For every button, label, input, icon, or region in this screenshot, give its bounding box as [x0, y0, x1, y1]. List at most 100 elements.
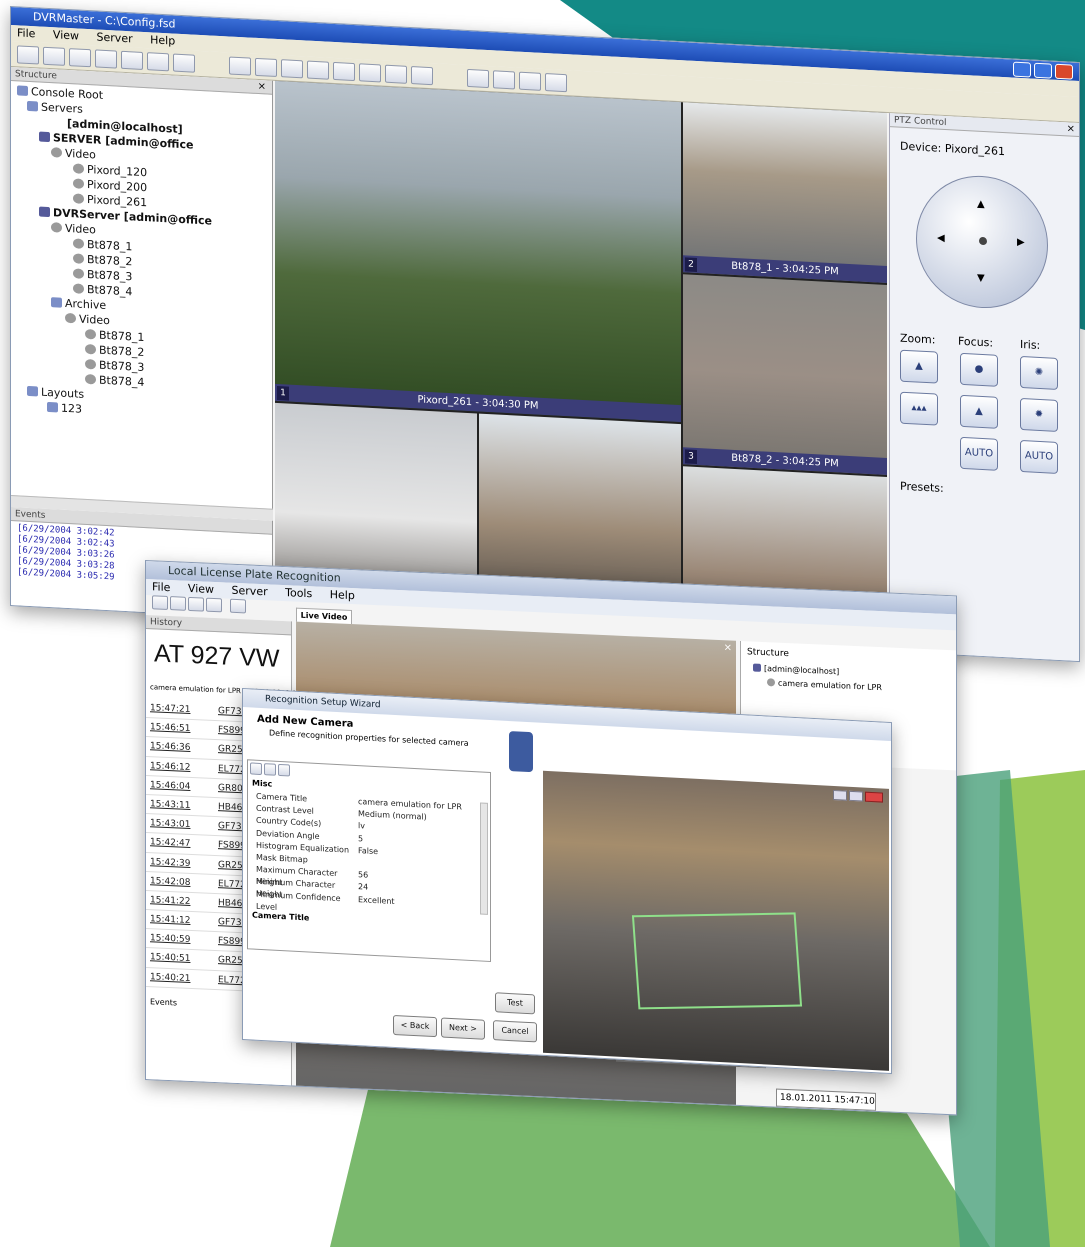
property-value[interactable]: lv — [350, 820, 365, 833]
ptz-close-icon[interactable]: × — [1067, 123, 1075, 134]
menu-help[interactable]: Help — [150, 33, 175, 47]
roi-box[interactable] — [631, 912, 803, 1010]
layout-1p5-button[interactable] — [333, 61, 355, 81]
lpr-structure-local[interactable]: [admin@localhost] — [753, 663, 839, 676]
property-value[interactable]: Excellent — [350, 893, 395, 908]
layout-4x4-button[interactable] — [307, 60, 329, 80]
menu-server[interactable]: Server — [97, 31, 133, 46]
lpr-tool-3[interactable] — [188, 596, 204, 612]
fullscreen-button[interactable] — [545, 72, 567, 92]
ptz-right-icon[interactable]: ▶ — [1017, 237, 1025, 248]
history-time[interactable]: 15:42:47 — [146, 833, 218, 854]
preview-minimize-button[interactable] — [833, 789, 847, 801]
lpr-toolbar — [152, 595, 246, 614]
save-button[interactable] — [43, 46, 65, 66]
lpr-menu-help[interactable]: Help — [330, 588, 355, 602]
history-time[interactable]: 15:46:36 — [146, 737, 218, 758]
lpr-menu-tools[interactable]: Tools — [285, 586, 312, 600]
video-tile-3[interactable]: Bt878_2 - 3:04:25 PM 3 — [683, 274, 887, 475]
layouts-icon — [27, 385, 38, 397]
property-scrollbar[interactable] — [480, 802, 488, 915]
iris-open-button[interactable]: ✺ — [1020, 355, 1058, 390]
ptz-up-icon[interactable]: ▲ — [977, 199, 985, 210]
property-value[interactable]: 5 — [350, 832, 363, 845]
lpr-menu-view[interactable]: View — [188, 582, 214, 596]
preview-maximize-button[interactable] — [849, 790, 863, 802]
ptz-left-icon[interactable]: ◀ — [937, 233, 945, 244]
menu-view[interactable]: View — [53, 28, 79, 42]
cancel-button[interactable]: Cancel — [493, 1020, 537, 1043]
console-icon — [17, 85, 28, 96]
lpr-structure-camera[interactable]: camera emulation for LPR — [767, 678, 882, 692]
properties-button[interactable] — [95, 48, 117, 69]
history-time[interactable]: 15:40:59 — [146, 929, 218, 950]
layout-custom-button[interactable] — [411, 65, 433, 85]
lpr-tool-5[interactable] — [230, 598, 246, 614]
focus-far-button[interactable]: ▲ — [960, 394, 998, 429]
zoom-out-button[interactable]: ▴▴▴ — [900, 391, 938, 426]
lpr-menu-server[interactable]: Server — [232, 584, 268, 599]
property-value[interactable] — [350, 857, 358, 870]
layout-2x2-button[interactable] — [255, 57, 277, 77]
history-time[interactable]: 15:40:51 — [146, 948, 218, 969]
layout-1x1-button[interactable] — [229, 55, 251, 76]
connect-button[interactable] — [17, 44, 39, 65]
categorized-button[interactable] — [250, 762, 262, 776]
lpr-tool-1[interactable] — [152, 595, 168, 611]
minimize-button[interactable] — [1013, 61, 1031, 78]
video-number-3: 3 — [685, 449, 697, 465]
zoom-in-button[interactable]: ▲ — [900, 349, 938, 384]
property-value[interactable]: 56 — [350, 869, 368, 882]
close-button[interactable] — [1055, 63, 1073, 80]
focus-near-button[interactable]: ● — [960, 352, 998, 387]
layout-icon — [47, 401, 58, 413]
ptz-joystick[interactable]: ▲ ▼ ◀ ▶ — [916, 172, 1048, 312]
lpr-tool-2[interactable] — [170, 596, 186, 611]
video-tile-1[interactable]: Pixord_261 - 3:04:30 PM 1 — [275, 80, 681, 423]
property-pages-button[interactable] — [278, 763, 290, 777]
history-time[interactable]: 15:47:21 — [146, 699, 218, 720]
preview-close-button[interactable] — [865, 791, 883, 803]
snapshot-button[interactable] — [467, 68, 489, 88]
history-time[interactable]: 15:46:12 — [146, 757, 218, 778]
history-time[interactable]: 15:42:08 — [146, 872, 218, 893]
lpr-tool-4[interactable] — [206, 597, 222, 613]
history-time[interactable]: 15:40:21 — [146, 968, 218, 989]
history-time[interactable]: 15:41:22 — [146, 891, 218, 912]
history-time[interactable]: 15:43:11 — [146, 795, 218, 816]
video-folder-icon — [51, 147, 62, 158]
iris-auto-button[interactable]: AUTO — [1020, 439, 1058, 474]
monitor-button[interactable] — [173, 53, 195, 73]
history-time[interactable]: 15:46:04 — [146, 776, 218, 797]
focus-auto-button[interactable]: AUTO — [960, 436, 998, 471]
maximize-button[interactable] — [1034, 62, 1052, 79]
history-time[interactable]: 15:42:39 — [146, 853, 218, 874]
sort-alpha-button[interactable] — [264, 763, 276, 776]
events-button[interactable] — [121, 50, 143, 70]
layout-1p7-button[interactable] — [359, 62, 381, 82]
history-time[interactable]: 15:43:01 — [146, 814, 218, 835]
menu-file[interactable]: File — [17, 26, 35, 40]
structure-button[interactable] — [69, 47, 91, 67]
property-group[interactable]: Misc — [252, 779, 272, 789]
timestamp-box[interactable]: 18.01.2011 15:47:10 — [776, 1088, 876, 1111]
lpr-menu-file[interactable]: File — [152, 580, 170, 594]
test-button[interactable]: Test — [495, 992, 535, 1015]
camera-icon — [73, 163, 84, 174]
structure-close-icon[interactable]: × — [258, 81, 266, 92]
live-close-icon[interactable]: × — [724, 642, 732, 653]
ptz-center-icon[interactable] — [979, 236, 987, 246]
history-time[interactable]: 15:46:51 — [146, 718, 218, 739]
motion-button[interactable] — [519, 71, 541, 91]
next-button[interactable]: Next > — [441, 1017, 485, 1040]
ptz-button[interactable] — [493, 69, 515, 89]
layout-1p12-button[interactable] — [385, 64, 407, 84]
layout-3x3-button[interactable] — [281, 58, 303, 78]
property-value[interactable]: 24 — [350, 881, 368, 894]
ptz-down-icon[interactable]: ▼ — [977, 273, 985, 284]
iris-close-button[interactable]: ✹ — [1020, 397, 1058, 432]
history-time[interactable]: 15:41:12 — [146, 910, 218, 931]
back-button[interactable]: < Back — [393, 1014, 437, 1038]
archive-button[interactable] — [147, 51, 169, 71]
video-tile-2[interactable]: Bt878_1 - 3:04:25 PM 2 — [683, 102, 887, 283]
